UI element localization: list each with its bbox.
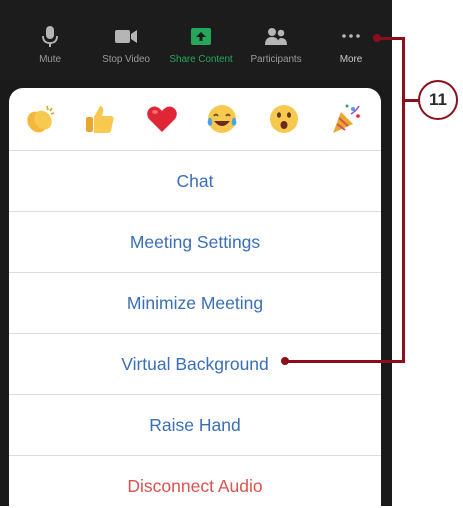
callout-bottom-line (285, 360, 405, 363)
callout-number-badge: 11 (418, 80, 458, 120)
reaction-row (9, 88, 381, 151)
callout-vertical-line (402, 37, 405, 363)
disconnect-audio-menu-item[interactable]: Disconnect Audio (9, 456, 381, 508)
mute-button[interactable]: Mute (14, 0, 86, 72)
video-camera-icon (113, 26, 139, 48)
phone-screen: Mute Stop Video Share Content Participan… (0, 0, 392, 508)
participants-button[interactable]: Participants (240, 0, 312, 72)
share-content-button[interactable]: Share Content (165, 0, 237, 72)
microphone-icon (37, 26, 63, 48)
minimize-meeting-menu-item[interactable]: Minimize Meeting (9, 273, 381, 334)
more-menu: Chat Meeting Settings Minimize Meeting V… (9, 88, 381, 508)
participants-icon (263, 26, 289, 48)
thumbs-up-icon[interactable] (83, 102, 117, 136)
more-dots-icon (338, 26, 364, 48)
meeting-toolbar: Mute Stop Video Share Content Participan… (0, 0, 392, 80)
party-popper-icon[interactable] (329, 102, 363, 136)
callout-top-dot (373, 34, 381, 42)
raise-hand-menu-item[interactable]: Raise Hand (9, 395, 381, 456)
stop-video-button[interactable]: Stop Video (90, 0, 162, 72)
mute-label: Mute (39, 54, 61, 65)
red-heart-icon[interactable] (145, 102, 179, 136)
share-content-label: Share Content (169, 54, 233, 65)
callout-top-line (377, 37, 404, 40)
meeting-settings-menu-item[interactable]: Meeting Settings (9, 212, 381, 273)
more-label: More (339, 54, 363, 65)
open-mouth-icon[interactable] (267, 102, 301, 136)
participants-label: Participants (250, 54, 302, 65)
callout-bottom-dot (281, 357, 289, 365)
chat-menu-item[interactable]: Chat (9, 151, 381, 212)
clapping-hands-icon[interactable] (23, 102, 57, 136)
virtual-background-menu-item[interactable]: Virtual Background (9, 334, 381, 395)
share-screen-icon (188, 26, 214, 48)
stop-video-label: Stop Video (102, 54, 150, 65)
tears-of-joy-icon[interactable] (205, 102, 239, 136)
